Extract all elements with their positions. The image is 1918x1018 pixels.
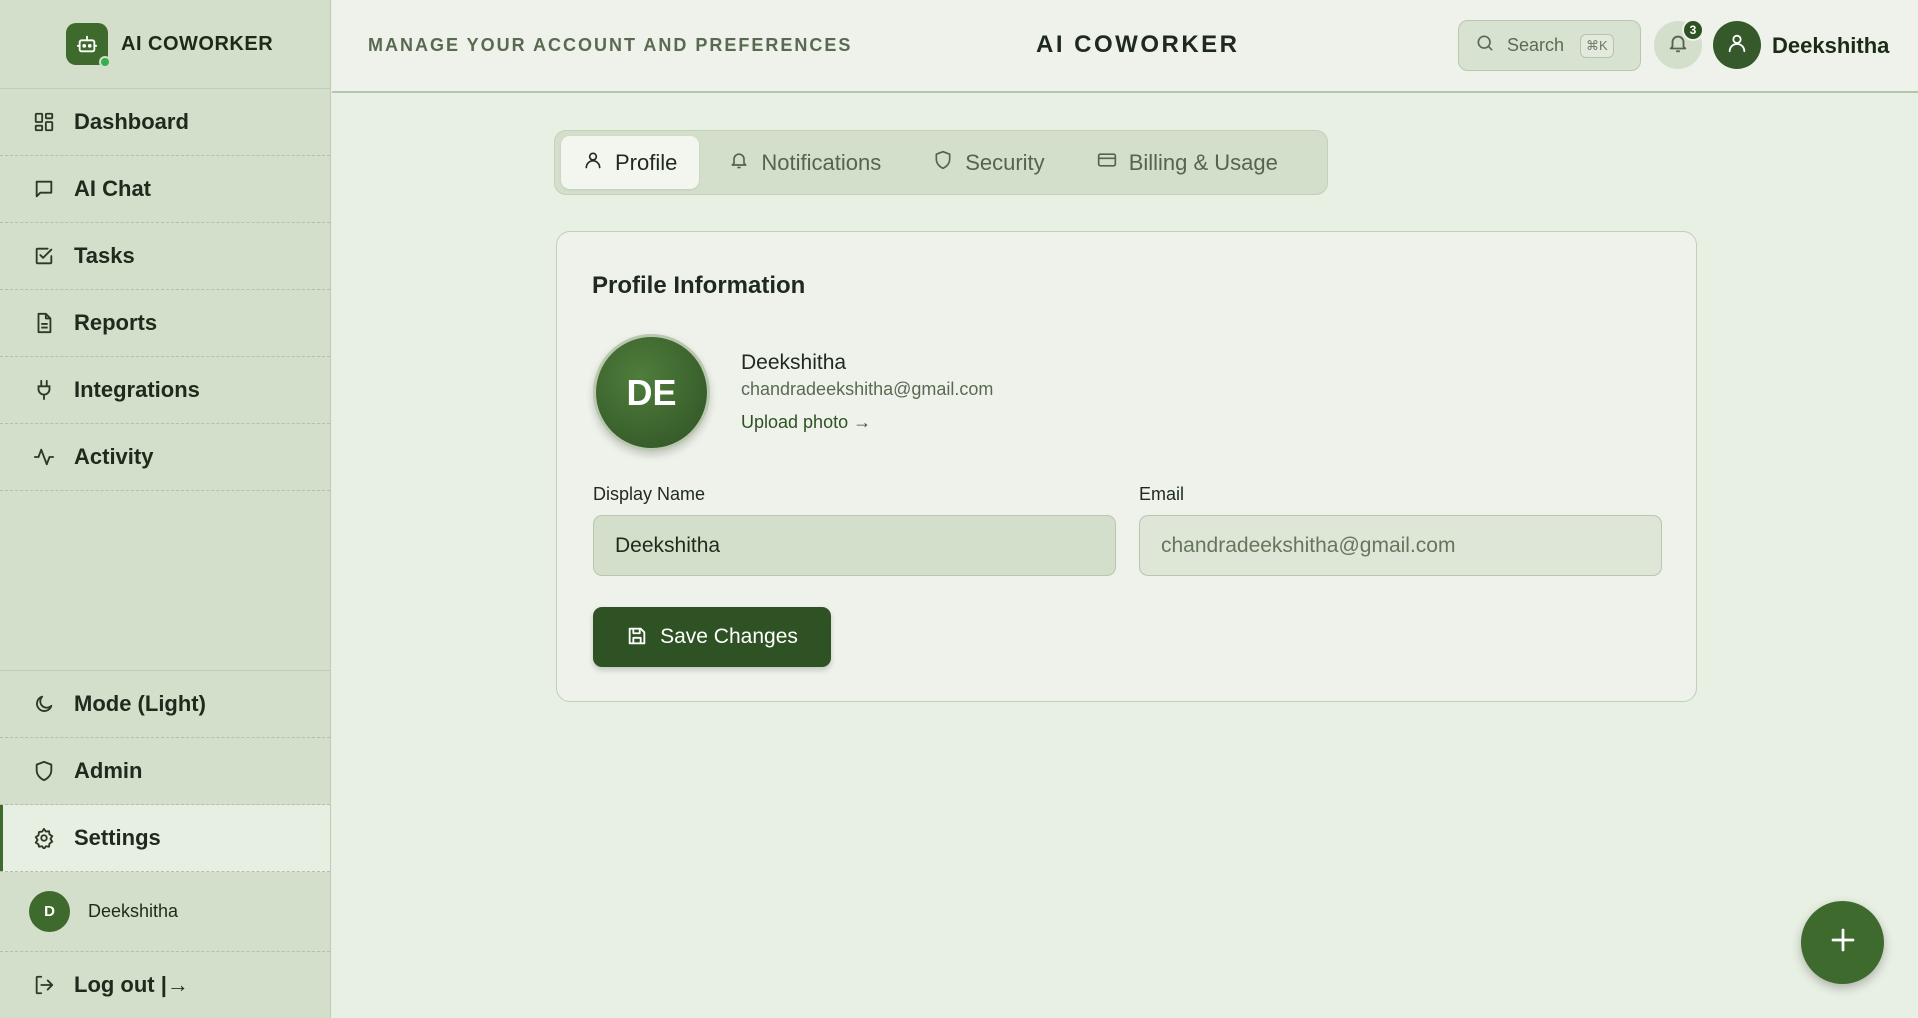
online-status-dot bbox=[99, 56, 111, 68]
brand-name: AI COWORKER bbox=[121, 32, 274, 55]
tab-label: Security bbox=[965, 149, 1045, 175]
sidebar-item-label: Admin bbox=[74, 758, 143, 783]
sidebar-spacer bbox=[0, 491, 330, 671]
page-subtitle: MANAGE YOUR ACCOUNT AND PREFERENCES bbox=[368, 35, 853, 55]
sidebar-item-label: Reports bbox=[74, 310, 158, 335]
card-title: Profile Information bbox=[592, 272, 806, 299]
sidebar-item-dashboard[interactable]: Dashboard bbox=[0, 89, 330, 156]
tab-label: Notifications bbox=[761, 149, 882, 175]
avatar: D bbox=[29, 891, 70, 932]
sidebar-item-label: Settings bbox=[74, 825, 161, 850]
search-label: Search bbox=[1507, 35, 1565, 55]
sidebar-user[interactable]: D Deekshitha bbox=[0, 872, 330, 952]
sidebar-item-admin[interactable]: Admin bbox=[0, 738, 330, 805]
checkbox-icon bbox=[32, 244, 56, 268]
brand[interactable]: AI COWORKER bbox=[0, 0, 330, 89]
email-field[interactable] bbox=[1139, 515, 1662, 576]
page-title: AI COWORKER bbox=[1036, 31, 1240, 58]
sidebar-item-settings[interactable]: Settings bbox=[0, 805, 330, 872]
profile-avatar: DE bbox=[593, 334, 710, 451]
tab-billing[interactable]: Billing & Usage bbox=[1075, 136, 1300, 189]
sidebar-item-reports[interactable]: Reports bbox=[0, 290, 330, 357]
robot-icon bbox=[66, 23, 111, 68]
credit-card-icon bbox=[1097, 150, 1117, 175]
notification-count-badge: 3 bbox=[1682, 19, 1704, 41]
sidebar-item-label: Activity bbox=[74, 444, 154, 469]
logout-button[interactable]: Log out |→ bbox=[0, 952, 330, 1018]
sidebar-item-mode[interactable]: Mode (Light) bbox=[0, 671, 330, 738]
sidebar-item-label: Integrations bbox=[74, 377, 200, 402]
moon-icon bbox=[32, 692, 56, 716]
profile-card: Profile Information DE Deekshitha chandr… bbox=[556, 231, 1697, 702]
upload-photo-link[interactable]: Upload photo → bbox=[741, 412, 871, 433]
save-icon bbox=[626, 625, 648, 650]
sidebar-item-ai-chat[interactable]: AI Chat bbox=[0, 156, 330, 223]
chat-icon bbox=[32, 177, 56, 201]
sidebar-item-label: AI Chat bbox=[74, 176, 151, 201]
header-user-name[interactable]: Deekshitha bbox=[1772, 33, 1889, 59]
top-header: MANAGE YOUR ACCOUNT AND PREFERENCES AI C… bbox=[332, 0, 1918, 93]
sidebar-item-activity[interactable]: Activity bbox=[0, 424, 330, 491]
search-button[interactable]: Search ⌘K bbox=[1458, 20, 1641, 71]
settings-tabs: Profile Notifications Security Billing &… bbox=[554, 130, 1328, 195]
logout-label: Log out |→ bbox=[74, 972, 189, 997]
tab-label: Billing & Usage bbox=[1128, 149, 1278, 175]
shield-icon bbox=[32, 759, 56, 783]
dashboard-icon bbox=[32, 110, 56, 134]
logout-icon bbox=[32, 973, 56, 997]
sidebar-item-label: Tasks bbox=[74, 243, 135, 268]
gear-icon bbox=[32, 826, 56, 850]
sidebar-item-label: Dashboard bbox=[74, 109, 189, 134]
tab-label: Profile bbox=[615, 149, 678, 175]
sidebar: AI COWORKER Dashboard AI Chat Tasks Repo… bbox=[0, 0, 331, 1018]
search-shortcut: ⌘K bbox=[1580, 33, 1614, 58]
user-icon bbox=[1726, 32, 1748, 59]
document-icon bbox=[32, 311, 56, 335]
sidebar-user-name: Deekshitha bbox=[88, 901, 179, 921]
user-icon bbox=[583, 150, 603, 175]
add-button[interactable] bbox=[1801, 901, 1884, 984]
email-label: Email bbox=[1139, 484, 1185, 504]
shield-icon bbox=[933, 150, 953, 175]
search-icon bbox=[1475, 33, 1495, 58]
plug-icon bbox=[32, 378, 56, 402]
display-name-input[interactable] bbox=[593, 515, 1116, 576]
activity-icon bbox=[32, 445, 56, 469]
sidebar-item-integrations[interactable]: Integrations bbox=[0, 357, 330, 424]
display-name-label: Display Name bbox=[593, 484, 706, 504]
profile-email: chandradeekshitha@gmail.com bbox=[741, 379, 994, 399]
profile-name: Deekshitha bbox=[741, 351, 847, 374]
save-button-label: Save Changes bbox=[660, 625, 798, 648]
save-changes-button[interactable]: Save Changes bbox=[593, 607, 831, 667]
tab-security[interactable]: Security bbox=[911, 136, 1066, 189]
plus-icon bbox=[1828, 925, 1858, 960]
user-avatar-button[interactable] bbox=[1713, 21, 1761, 69]
bell-icon bbox=[729, 150, 749, 175]
tab-notifications[interactable]: Notifications bbox=[707, 136, 903, 189]
sidebar-item-tasks[interactable]: Tasks bbox=[0, 223, 330, 290]
notifications-button[interactable]: 3 bbox=[1654, 19, 1704, 69]
sidebar-item-label: Mode (Light) bbox=[74, 691, 206, 716]
tab-profile[interactable]: Profile bbox=[561, 136, 700, 189]
